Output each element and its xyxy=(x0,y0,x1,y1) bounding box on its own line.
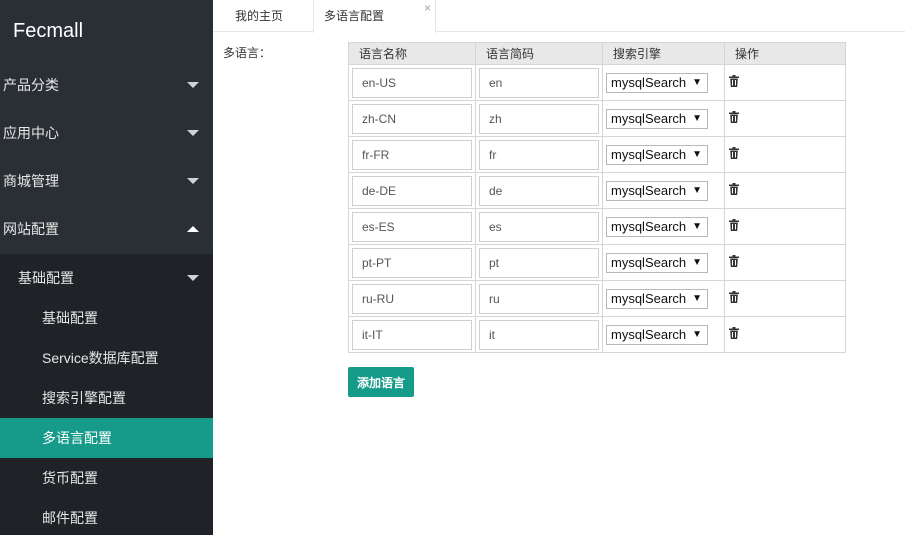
sidebar-item-language-config[interactable]: 多语言配置 xyxy=(0,418,213,458)
chevron-down-icon xyxy=(187,178,199,184)
table-header-row: 语言名称 语言简码 搜索引擎 操作 xyxy=(348,42,846,65)
trash-icon[interactable] xyxy=(729,291,739,303)
language-code-input[interactable] xyxy=(479,175,599,206)
language-name-input[interactable] xyxy=(352,139,472,170)
table-row: mysqlSearch ▼ xyxy=(348,208,846,245)
table-row: mysqlSearch ▼ xyxy=(348,64,846,101)
search-engine-select[interactable]: mysqlSearch ▼ xyxy=(606,144,708,165)
sidebar-item-product-category[interactable]: 产品分类 xyxy=(0,61,213,109)
sidebar-item-label: 产品分类 xyxy=(3,77,59,93)
trash-icon[interactable] xyxy=(729,75,739,87)
search-engine-value: mysqlSearch xyxy=(611,182,687,198)
search-engine-select[interactable]: mysqlSearch ▼ xyxy=(606,216,708,237)
language-code-input[interactable] xyxy=(479,103,599,134)
sidebar-item-mall-management[interactable]: 商城管理 xyxy=(0,157,213,205)
chevron-up-icon xyxy=(187,226,199,232)
search-engine-value: mysqlSearch xyxy=(611,110,687,126)
sidebar-item-app-center[interactable]: 应用中心 xyxy=(0,109,213,157)
table-row: mysqlSearch ▼ xyxy=(348,172,846,209)
search-engine-select[interactable]: mysqlSearch ▼ xyxy=(606,180,708,201)
table-row: mysqlSearch ▼ xyxy=(348,280,846,317)
language-field-label: 多语言： xyxy=(223,46,272,60)
language-name-input[interactable] xyxy=(352,283,472,314)
language-name-input[interactable] xyxy=(352,247,472,278)
table-row: mysqlSearch ▼ xyxy=(348,316,846,353)
select-arrow-icon: ▼ xyxy=(692,328,702,340)
tab-home[interactable]: 我的主页 xyxy=(223,0,313,32)
trash-icon[interactable] xyxy=(729,219,739,231)
select-arrow-icon: ▼ xyxy=(692,220,702,232)
search-engine-select[interactable]: mysqlSearch ▼ xyxy=(606,108,708,129)
table-row: mysqlSearch ▼ xyxy=(348,136,846,173)
search-engine-value: mysqlSearch xyxy=(611,74,687,90)
language-name-input[interactable] xyxy=(352,67,472,98)
table-row: mysqlSearch ▼ xyxy=(348,100,846,137)
language-name-input[interactable] xyxy=(352,319,472,350)
logo: Fecmall xyxy=(13,20,84,42)
language-name-input[interactable] xyxy=(352,175,472,206)
search-engine-select[interactable]: mysqlSearch ▼ xyxy=(606,252,708,273)
sidebar-item-label: 应用中心 xyxy=(3,125,59,141)
search-engine-select[interactable]: mysqlSearch ▼ xyxy=(606,72,708,93)
language-code-input[interactable] xyxy=(479,283,599,314)
search-engine-value: mysqlSearch xyxy=(611,146,687,162)
close-icon[interactable]: × xyxy=(424,0,431,24)
trash-icon[interactable] xyxy=(729,111,739,123)
language-name-input[interactable] xyxy=(352,103,472,134)
sidebar-item-label: 商城管理 xyxy=(3,173,59,189)
trash-icon[interactable] xyxy=(729,327,739,339)
language-table: 语言名称 语言简码 搜索引擎 操作 mysqlSearch ▼ xyxy=(348,42,846,353)
select-arrow-icon: ▼ xyxy=(692,184,702,196)
select-arrow-icon: ▼ xyxy=(692,256,702,268)
column-header-language-code: 语言简码 xyxy=(475,42,603,65)
select-arrow-icon: ▼ xyxy=(692,112,702,124)
sidebar-item-currency-config[interactable]: 货币配置 xyxy=(0,458,213,498)
sidebar-item-site-config[interactable]: 网站配置 xyxy=(0,205,213,253)
tab-language-config[interactable]: 多语言配置 × xyxy=(313,0,436,33)
sidebar-item-service-db-config[interactable]: Service数据库配置 xyxy=(0,338,213,378)
language-code-input[interactable] xyxy=(479,139,599,170)
language-code-input[interactable] xyxy=(479,211,599,242)
search-engine-select[interactable]: mysqlSearch ▼ xyxy=(606,288,708,309)
chevron-down-icon xyxy=(187,275,199,281)
sidebar-group-basic-config[interactable]: 基础配置 xyxy=(0,258,213,298)
sidebar: Fecmall 产品分类 应用中心 商城管理 网站配置 基础配置 基础配置 Se… xyxy=(0,0,213,535)
search-engine-value: mysqlSearch xyxy=(611,290,687,306)
language-name-input[interactable] xyxy=(352,211,472,242)
column-header-language-name: 语言名称 xyxy=(348,42,476,65)
trash-icon[interactable] xyxy=(729,147,739,159)
search-engine-value: mysqlSearch xyxy=(611,326,687,342)
column-header-actions: 操作 xyxy=(724,42,846,65)
add-language-button[interactable]: 添加语言 xyxy=(348,367,414,397)
select-arrow-icon: ▼ xyxy=(692,76,702,88)
sidebar-item-label: 网站配置 xyxy=(3,221,59,237)
language-code-input[interactable] xyxy=(479,247,599,278)
sidebar-item-search-engine-config[interactable]: 搜索引擎配置 xyxy=(0,378,213,418)
select-arrow-icon: ▼ xyxy=(692,148,702,160)
sidebar-group-label: 基础配置 xyxy=(18,270,74,286)
chevron-down-icon xyxy=(187,130,199,136)
tab-bar: 我的主页 多语言配置 × xyxy=(213,0,905,33)
search-engine-select[interactable]: mysqlSearch ▼ xyxy=(606,324,708,345)
app-window: Fecmall 产品分类 应用中心 商城管理 网站配置 基础配置 基础配置 Se… xyxy=(0,0,905,535)
tab-label: 多语言配置 xyxy=(324,9,385,23)
column-header-search-engine: 搜索引擎 xyxy=(602,42,725,65)
language-code-input[interactable] xyxy=(479,67,599,98)
sidebar-submenu: 基础配置 基础配置 Service数据库配置 搜索引擎配置 多语言配置 货币配置… xyxy=(0,254,213,535)
search-engine-value: mysqlSearch xyxy=(611,254,687,270)
trash-icon[interactable] xyxy=(729,255,739,267)
trash-icon[interactable] xyxy=(729,183,739,195)
sidebar-item-basic-config[interactable]: 基础配置 xyxy=(0,298,213,338)
language-code-input[interactable] xyxy=(479,319,599,350)
sidebar-item-mail-config[interactable]: 邮件配置 xyxy=(0,498,213,535)
search-engine-value: mysqlSearch xyxy=(611,218,687,234)
table-row: mysqlSearch ▼ xyxy=(348,244,846,281)
chevron-down-icon xyxy=(187,82,199,88)
select-arrow-icon: ▼ xyxy=(692,292,702,304)
